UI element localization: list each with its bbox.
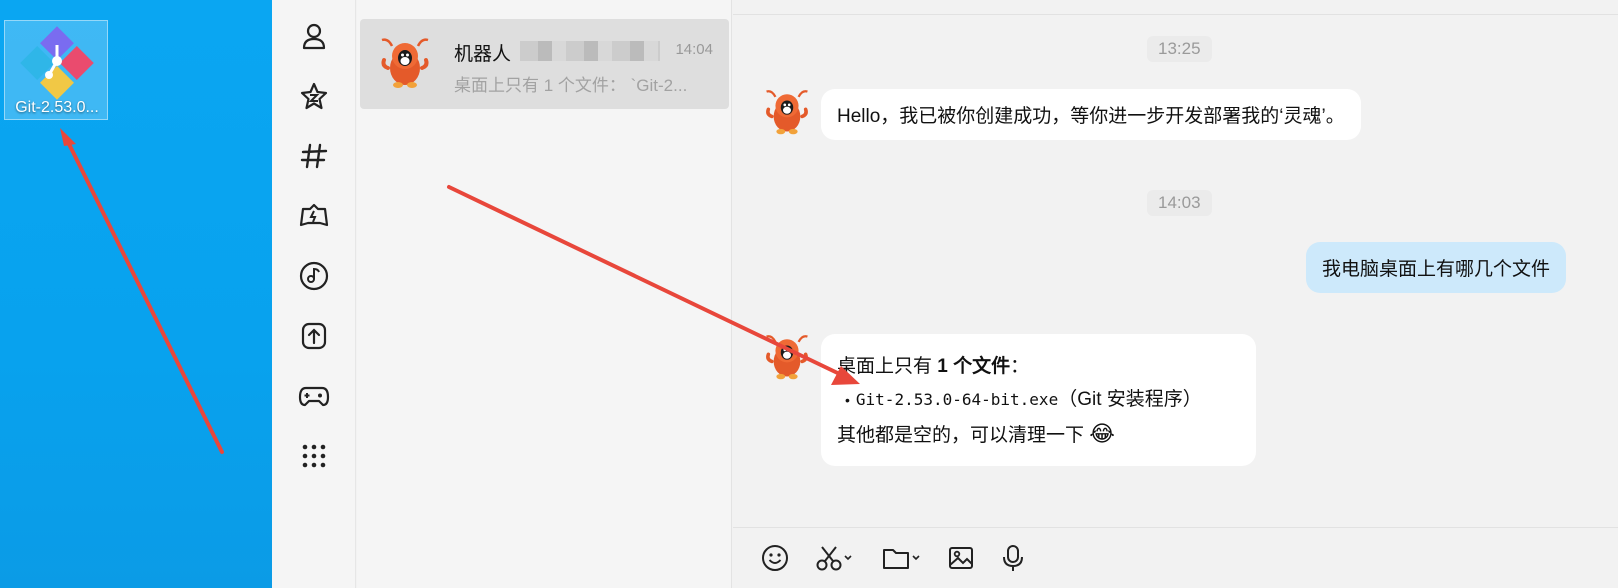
music-disc-icon xyxy=(299,261,329,291)
image-icon xyxy=(949,547,973,569)
message-line: 桌面上只有 1 个文件： xyxy=(837,350,1240,383)
bot-message-bubble[interactable]: Hello，我已被你创建成功，等你进一步开发部署我的‘灵魂’。 xyxy=(821,89,1361,140)
image-button[interactable] xyxy=(947,538,975,578)
inline-code-filename: Git-2.53.0-64-bit.exe xyxy=(855,390,1059,409)
file-button[interactable] xyxy=(881,538,923,578)
contacts-button[interactable] xyxy=(294,16,334,56)
conversation-top-divider xyxy=(733,14,1618,15)
timestamp: 14:03 xyxy=(1147,190,1212,216)
message-text: 其他都是空的，可以清理一下 xyxy=(837,425,1085,446)
chat-time: 14:04 xyxy=(675,41,713,58)
laughing-emoji: 😂 xyxy=(1089,421,1116,446)
bot-message-bubble[interactable]: 桌面上只有 1 个文件： • Git-2.53.0-64-bit.exe（Git … xyxy=(821,334,1256,466)
message-text: ： xyxy=(1010,356,1030,377)
screenshot-button[interactable] xyxy=(815,538,855,578)
games-button[interactable] xyxy=(294,196,334,236)
scissors-icon xyxy=(816,546,852,571)
user-message-bubble[interactable]: 我电脑桌面上有哪几个文件 xyxy=(1305,242,1566,293)
desktop-file-label: Git-2.53.0... xyxy=(15,99,99,116)
git-installer-icon xyxy=(20,26,94,100)
message-text: （Git 安装程序） xyxy=(1058,389,1202,410)
folder-icon xyxy=(883,549,920,569)
desktop-background: Git-2.53.0... xyxy=(0,0,272,588)
microphone-icon xyxy=(1003,545,1023,571)
bullet: • xyxy=(845,392,850,408)
emoji-button[interactable] xyxy=(761,538,789,578)
more-apps-icon xyxy=(302,444,326,468)
message-text: 桌面上只有 xyxy=(837,356,938,377)
voice-button[interactable] xyxy=(1001,538,1025,578)
upload-icon xyxy=(301,322,327,350)
nav-rail xyxy=(272,0,356,588)
gamepad-icon xyxy=(298,386,330,407)
chat-name: 机器人 xyxy=(454,44,512,65)
music-button[interactable] xyxy=(294,256,334,296)
timestamp: 13:25 xyxy=(1147,36,1212,62)
input-toolbar xyxy=(733,527,1618,588)
game-controller-icon xyxy=(299,203,329,227)
upload-button[interactable] xyxy=(294,316,334,356)
gamepad-button[interactable] xyxy=(294,376,334,416)
favorites-button[interactable] xyxy=(294,76,334,116)
desktop-file-icon[interactable]: Git-2.53.0... xyxy=(4,20,108,120)
chat-list-item[interactable]: 机器人 14:04 桌面上只有 1 个文件： `Git-2... xyxy=(360,19,729,109)
chat-preview: 桌面上只有 1 个文件： `Git-2... xyxy=(454,76,688,95)
hashtag-icon xyxy=(300,143,328,169)
conversation-panel: 13:25 Hello，我已被你创建成功，等你进一步开发部署我的‘灵魂’。 14… xyxy=(733,0,1618,588)
chat-list: 机器人 14:04 桌面上只有 1 个文件： `Git-2... xyxy=(357,0,732,588)
star-icon xyxy=(300,82,328,110)
bot-avatar[interactable] xyxy=(763,333,811,381)
message-list-item: • Git-2.53.0-64-bit.exe（Git 安装程序） xyxy=(837,383,1240,417)
more-apps-button[interactable] xyxy=(294,436,334,476)
emoji-icon xyxy=(762,545,788,571)
redacted-name-blur xyxy=(520,41,660,61)
person-icon xyxy=(302,23,326,50)
message-bold-text: 1 个文件 xyxy=(937,356,1011,377)
channels-button[interactable] xyxy=(294,136,334,176)
bot-avatar xyxy=(381,38,429,88)
message-line: 其他都是空的，可以清理一下 😂 xyxy=(837,417,1240,452)
bot-avatar[interactable] xyxy=(763,88,811,136)
